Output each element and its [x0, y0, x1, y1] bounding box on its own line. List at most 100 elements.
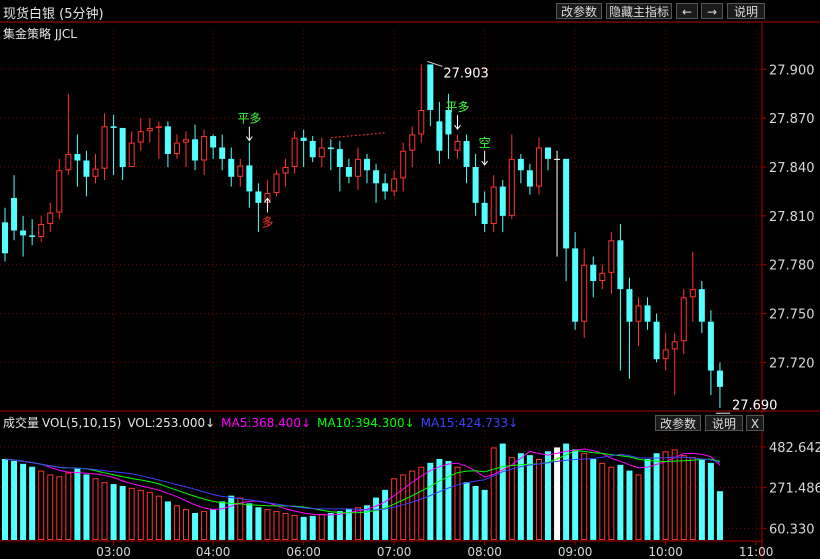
- volume-bar: [291, 514, 298, 541]
- volume-bar: [137, 489, 144, 541]
- candle-body: [219, 147, 226, 159]
- volume-bar: [74, 468, 81, 540]
- candle-body: [563, 158, 570, 249]
- candle-body: [237, 165, 244, 177]
- volume-bar: [707, 462, 714, 540]
- volume-bar: [101, 482, 108, 540]
- candle-body: [535, 147, 542, 187]
- volume-bar: [273, 511, 280, 541]
- volume-bar: [671, 449, 678, 541]
- volume-help-button[interactable]: 说明: [705, 415, 743, 431]
- candle-body: [689, 289, 696, 298]
- candle-body: [74, 153, 81, 161]
- volume-bar: [454, 466, 461, 541]
- candle-body: [644, 305, 651, 322]
- volume-bar: [336, 511, 343, 540]
- candle-body: [454, 140, 461, 151]
- candle-body: [463, 140, 470, 168]
- candle-body: [354, 158, 361, 177]
- volume-bar: [545, 451, 551, 540]
- candle-body: [20, 230, 27, 236]
- candle-body: [65, 153, 72, 171]
- volume-tick-label: 482.642: [769, 441, 820, 456]
- candle-body: [490, 186, 497, 225]
- volume-bar: [47, 474, 54, 540]
- volume-bar: [653, 453, 660, 540]
- candle-body: [164, 126, 171, 154]
- candle-body: [481, 202, 488, 224]
- volume-bar: [164, 501, 171, 540]
- volume-bar: [563, 443, 570, 540]
- candle-body: [47, 212, 54, 225]
- volume-bar: [119, 486, 126, 540]
- candle-body: [300, 137, 307, 141]
- candle-body: [608, 240, 615, 273]
- chart-canvas[interactable]: 27.900 27.870 27.840 27.810 27.780 27.750 27.7…: [0, 0, 820, 559]
- signal-arrow-down: [245, 126, 253, 142]
- volume-bar: [318, 513, 325, 541]
- ma5-value: MA5:368.400↓: [221, 416, 312, 430]
- candle-body: [336, 149, 343, 168]
- signal-label: 多: [261, 215, 273, 229]
- volume-bar: [481, 489, 488, 540]
- volume-bar: [364, 505, 370, 540]
- reference-line: [330, 132, 386, 139]
- volume-bar: [183, 509, 189, 540]
- volume-bar: [535, 459, 542, 540]
- candle-body: [545, 147, 551, 159]
- candle-body: [137, 131, 144, 143]
- price-tick-label: 27.750: [769, 308, 815, 323]
- candle-body: [192, 139, 199, 161]
- candle-body: [201, 136, 208, 161]
- volume-bar: [499, 443, 506, 540]
- candle-body: [83, 160, 90, 177]
- volume-bar: [599, 462, 606, 541]
- candle-body: [716, 370, 723, 387]
- candle-body: [382, 183, 389, 192]
- volume-bar: [2, 459, 8, 540]
- ma15-value: MA15:424.733↓: [420, 416, 519, 430]
- candle-body: [698, 289, 705, 322]
- volume-bar: [382, 489, 389, 540]
- volume-params-button[interactable]: 改参数: [655, 415, 701, 431]
- volume-bar: [228, 495, 235, 540]
- candle-body: [418, 110, 425, 135]
- volume-bar: [29, 466, 36, 540]
- candle-body: [128, 142, 135, 168]
- price-tick-label: 27.780: [769, 259, 815, 274]
- vol-value: VOL:253.000↓: [127, 416, 216, 430]
- candle-body: [436, 121, 443, 151]
- volume-panel-name: 成交量: [3, 416, 40, 430]
- candle-body: [554, 158, 561, 160]
- candle-body: [662, 349, 669, 360]
- candle-body: [499, 186, 506, 216]
- volume-close-button[interactable]: X: [746, 415, 764, 431]
- candle-body: [228, 158, 235, 177]
- volume-bar: [282, 513, 289, 540]
- candle-body: [282, 167, 289, 174]
- volume-bar: [626, 470, 633, 540]
- volume-legend: 成交量 VOL(5,10,15) VOL:253.000↓ MA5:368.400↓ M…: [3, 414, 524, 431]
- candle-body: [273, 173, 280, 194]
- candle-body: [391, 178, 398, 192]
- signal-arrow-up: [264, 197, 271, 213]
- candle-body: [255, 191, 262, 203]
- volume-bar: [373, 497, 380, 540]
- time-tick-label: 09:00: [558, 545, 593, 559]
- time-tick-label: 10:00: [648, 545, 683, 559]
- candle-body: [291, 137, 298, 168]
- candle-body: [146, 127, 153, 132]
- candle-body: [427, 64, 434, 111]
- candle-body: [155, 126, 162, 128]
- time-tick-label: 08:00: [467, 545, 502, 559]
- volume-bar: [617, 464, 624, 540]
- ma10-value: MA10:394.300↓: [317, 416, 415, 430]
- signal-arrow-down: [454, 115, 461, 131]
- time-tick-label: 03:00: [96, 545, 131, 559]
- candle-body: [2, 222, 8, 254]
- volume-bar: [662, 451, 669, 540]
- candle-body: [173, 142, 180, 154]
- candle-body: [617, 240, 624, 290]
- candle-body: [345, 167, 352, 177]
- low-label: 27.690: [732, 398, 778, 413]
